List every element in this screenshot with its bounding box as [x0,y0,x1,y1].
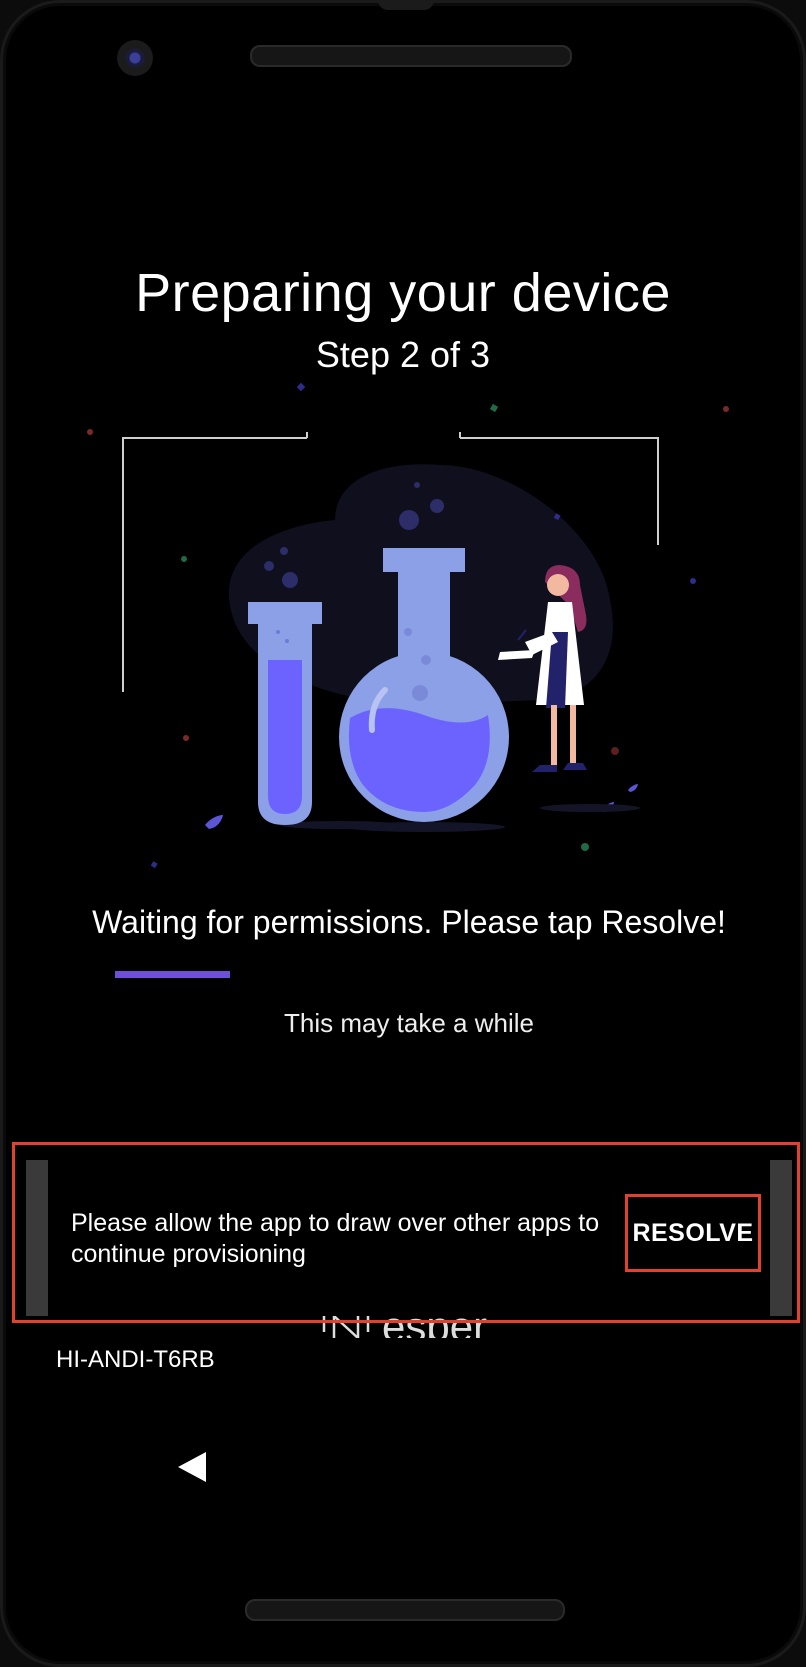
page-title: Preparing your device [135,263,671,323]
resolve-button[interactable]: RESOLVE [625,1194,761,1272]
device-frame: Preparing your device Step 2 of 3 Waitin… [0,0,806,1667]
earpiece-speaker [250,45,572,67]
snackbar-edge-right [770,1160,792,1316]
lab-illustration [87,382,729,869]
snackbar-edge-left [26,1160,48,1316]
progress-bar [115,971,690,978]
status-message: Waiting for permissions. Please tap Reso… [92,904,726,940]
device-id: HI-ANDI-T6RB [56,1346,215,1373]
bottom-speaker [245,1599,565,1621]
permission-snackbar: Please allow the app to draw over other … [26,1160,792,1316]
progress-bar-fill [115,971,230,978]
back-arrow-icon[interactable] [176,1450,208,1484]
front-camera-icon [117,40,153,76]
test-tube [248,602,322,825]
wait-note: This may take a while [284,1008,534,1038]
notch [378,0,434,10]
snackbar-message: Please allow the app to draw over other … [71,1209,600,1268]
